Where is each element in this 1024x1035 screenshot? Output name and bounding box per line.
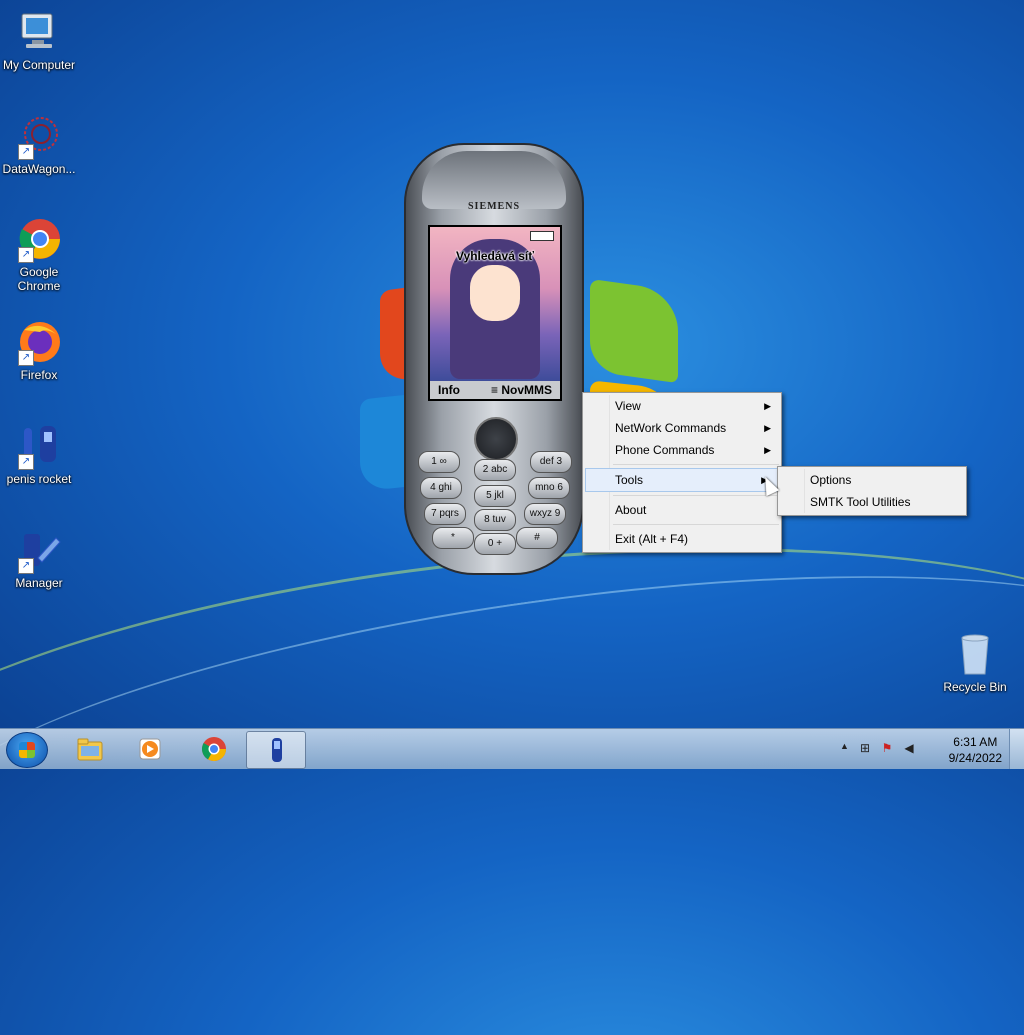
key-4[interactable]: 4 ghi (420, 477, 462, 499)
submenu-item-options[interactable]: Options (778, 469, 966, 491)
desktop-icon-rocket[interactable]: ↗ penis rocket (0, 424, 78, 486)
desktop-icon-label: penis rocket (6, 472, 72, 486)
key-1[interactable]: 1 ∞ (418, 451, 460, 473)
key-8[interactable]: 8 tuv (474, 509, 516, 531)
key-2[interactable]: 2 abc (474, 459, 516, 481)
computer-icon (16, 10, 62, 56)
desktop-icon-label: DataWagon... (2, 162, 76, 176)
system-tray: ▲ ⊞ ⚑ ◀ 6:31 AM 9/24/2022 (834, 729, 1024, 769)
desktop-icon-label: Manager (15, 576, 63, 590)
desktop-icon-label: Recycle Bin (943, 680, 1007, 694)
submenu-item-smtk-tool-utilities[interactable]: SMTK Tool Utilities (778, 491, 966, 513)
desktop-icon-manager[interactable]: ↗ Manager (0, 528, 78, 590)
clock[interactable]: 6:31 AM 9/24/2022 (949, 734, 1002, 766)
submenu-arrow-icon: ▶ (764, 445, 771, 455)
menu-separator (613, 464, 779, 465)
key-5[interactable]: 5 jkl (474, 485, 516, 507)
nav-joystick[interactable] (474, 417, 518, 461)
menu-item-tools[interactable]: Tools ▶ (585, 468, 779, 492)
datawagon-icon: ↗ (16, 114, 62, 160)
menu-item-phone-commands[interactable]: Phone Commands ▶ (583, 439, 781, 461)
clock-date: 9/24/2022 (948, 751, 1002, 765)
key-3[interactable]: def 3 (530, 451, 572, 473)
desktop-icon-recycle-bin[interactable]: Recycle Bin (936, 632, 1014, 694)
softkey-bar: Info ≡ NovMMS (430, 381, 560, 399)
context-menu: View ▶ NetWork Commands ▶ Phone Commands… (582, 392, 782, 553)
key-9[interactable]: wxyz 9 (524, 503, 566, 525)
key-7[interactable]: 7 pqrs (424, 503, 466, 525)
action-center-icon[interactable]: ⚑ (880, 741, 894, 755)
key-star[interactable]: * (432, 527, 474, 549)
key-6[interactable]: mno 6 (528, 477, 570, 499)
phone-brand: SIEMENS (467, 201, 520, 212)
recycle-bin-icon (952, 632, 998, 678)
phone-simulator-window[interactable]: SIEMENS Vyhledává síť Info ≡ NovMMS 1 ∞ … (404, 143, 584, 575)
menu-item-about[interactable]: About (583, 499, 781, 521)
clock-time: 6:31 AM (953, 735, 998, 749)
menu-item-network-commands[interactable]: NetWork Commands ▶ (583, 417, 781, 439)
phone-keypad: 1 ∞ 2 abc def 3 4 ghi 5 jkl mno 6 7 pqrs… (416, 411, 572, 561)
show-hidden-icons-button[interactable]: ▲ (840, 741, 849, 751)
windows-logo-icon (19, 742, 35, 758)
menu-item-view[interactable]: View ▶ (583, 395, 781, 417)
menu-separator (613, 495, 779, 496)
desktop-icon-label: Google Chrome (17, 265, 61, 293)
firefox-icon: ↗ (16, 320, 62, 366)
menu-item-exit[interactable]: Exit (Alt + F4) (583, 528, 781, 550)
desktop-icon-google-chrome[interactable]: ↗ Google Chrome (0, 217, 78, 293)
key-0[interactable]: 0 + (474, 533, 516, 555)
desktop-icon-datawagon[interactable]: ↗ DataWagon... (0, 114, 78, 176)
desktop-icon-label: My Computer (2, 58, 76, 72)
taskbar-button-phone-app[interactable] (246, 731, 306, 769)
chrome-icon (200, 736, 228, 762)
desktop-icon-firefox[interactable]: ↗ Firefox (0, 320, 78, 382)
desktop-icon-label: Firefox (20, 368, 58, 382)
show-desktop-button[interactable] (1009, 729, 1024, 769)
submenu-arrow-icon: ▶ (764, 423, 771, 433)
taskbar-button-media-player[interactable] (120, 731, 178, 767)
rocket-icon: ↗ (16, 424, 62, 470)
network-status-text: Vyhledává síť (455, 249, 534, 263)
tools-submenu: Options SMTK Tool Utilities (777, 466, 967, 516)
network-icon[interactable]: ⊞ (858, 741, 872, 755)
chrome-icon: ↗ (16, 217, 62, 263)
taskbar-button-explorer[interactable] (60, 731, 118, 767)
phone-screen[interactable]: Vyhledává síť Info ≡ NovMMS (428, 225, 562, 401)
manager-icon: ↗ (16, 528, 62, 574)
softkey-left[interactable]: Info (438, 383, 460, 397)
key-hash[interactable]: # (516, 527, 558, 549)
desktop-icon-my-computer[interactable]: My Computer (0, 10, 78, 72)
start-button[interactable] (6, 732, 48, 768)
submenu-arrow-icon: ▶ (764, 401, 771, 411)
media-player-icon (136, 736, 164, 762)
menu-icon: ≡ (490, 383, 498, 397)
softkey-right[interactable]: NovMMS (501, 383, 552, 397)
volume-icon[interactable]: ◀ (902, 741, 916, 755)
folder-icon (76, 736, 104, 762)
taskbar-button-chrome[interactable] (184, 731, 242, 767)
battery-icon (530, 231, 554, 241)
phone-icon (263, 737, 291, 763)
phone-wallpaper: Vyhledává síť (430, 227, 560, 381)
menu-separator (613, 524, 779, 525)
taskbar: ▲ ⊞ ⚑ ◀ 6:31 AM 9/24/2022 (0, 728, 1024, 769)
